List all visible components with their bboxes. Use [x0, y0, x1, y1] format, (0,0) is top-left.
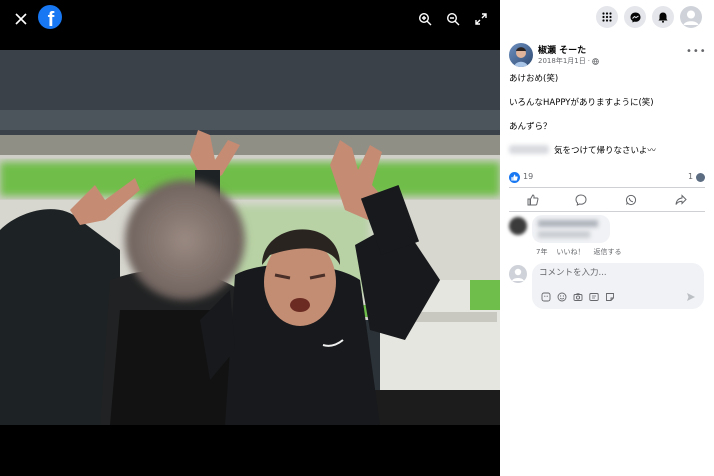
blurred-commenter-name: [538, 220, 598, 227]
post-text-line: 気をつけて帰りなさいよ〰: [554, 146, 656, 156]
commenter-avatar[interactable]: [509, 217, 527, 235]
like-reaction-icon[interactable]: [509, 172, 520, 183]
more-options-icon[interactable]: •••: [686, 46, 707, 57]
post-photo[interactable]: [0, 50, 500, 425]
emoji-icon[interactable]: [556, 291, 567, 302]
fullscreen-icon[interactable]: [470, 8, 492, 30]
account-avatar-icon[interactable]: [680, 6, 702, 28]
post-date[interactable]: 2018年1月1日: [538, 56, 586, 66]
blurred-comment-text: [538, 231, 590, 238]
photo-viewer: f: [0, 0, 500, 476]
meta-separator: ·: [587, 57, 590, 65]
divider: [509, 187, 705, 188]
comment-meta: 7年 いいね！ 返信する: [536, 247, 621, 257]
author-avatar[interactable]: [509, 43, 533, 67]
current-user-avatar: [509, 265, 527, 283]
bell-icon[interactable]: [652, 6, 674, 28]
send-icon[interactable]: [685, 291, 696, 302]
comment-button-icon[interactable]: [574, 193, 588, 207]
photo-scene: [0, 50, 500, 425]
post-text-line: いろんなHAPPYがありますように(笑): [509, 98, 654, 108]
messenger-icon[interactable]: [624, 6, 646, 28]
post-text-line: あけおめ(笑): [509, 74, 559, 84]
blurred-mention: [509, 145, 549, 154]
divider: [509, 211, 705, 212]
close-icon[interactable]: [10, 8, 32, 30]
commenter-avatar-icon: [696, 173, 705, 182]
like-count[interactable]: 19: [523, 172, 533, 181]
zoom-in-icon[interactable]: [414, 8, 436, 30]
menu-grid-icon[interactable]: [596, 6, 618, 28]
comment-reply-link[interactable]: 返信する: [593, 247, 621, 257]
comment-age[interactable]: 7年: [536, 247, 547, 257]
comment-like-link[interactable]: いいね！: [556, 247, 584, 257]
post-panel: 椒瀬 そーた 2018年1月1日 · ••• あけおめ(笑) いろんなHAPPY…: [500, 0, 714, 476]
author-name[interactable]: 椒瀬 そーた: [538, 43, 586, 56]
camera-icon[interactable]: [572, 291, 583, 302]
sticker-icon[interactable]: [540, 291, 551, 302]
post-meta: 2018年1月1日 ·: [538, 56, 599, 66]
gif-icon[interactable]: [588, 291, 599, 302]
facebook-logo[interactable]: f: [38, 5, 62, 29]
public-globe-icon: [592, 57, 599, 65]
post-text-line: あんずら？: [509, 122, 552, 132]
share-button-icon[interactable]: [674, 193, 688, 207]
avatar-sticker-icon[interactable]: [604, 291, 615, 302]
like-button-icon[interactable]: [526, 193, 540, 207]
whatsapp-share-icon[interactable]: [624, 193, 638, 207]
comment-input[interactable]: [539, 268, 689, 278]
comment-count[interactable]: 1: [688, 172, 693, 181]
zoom-out-icon[interactable]: [442, 8, 464, 30]
